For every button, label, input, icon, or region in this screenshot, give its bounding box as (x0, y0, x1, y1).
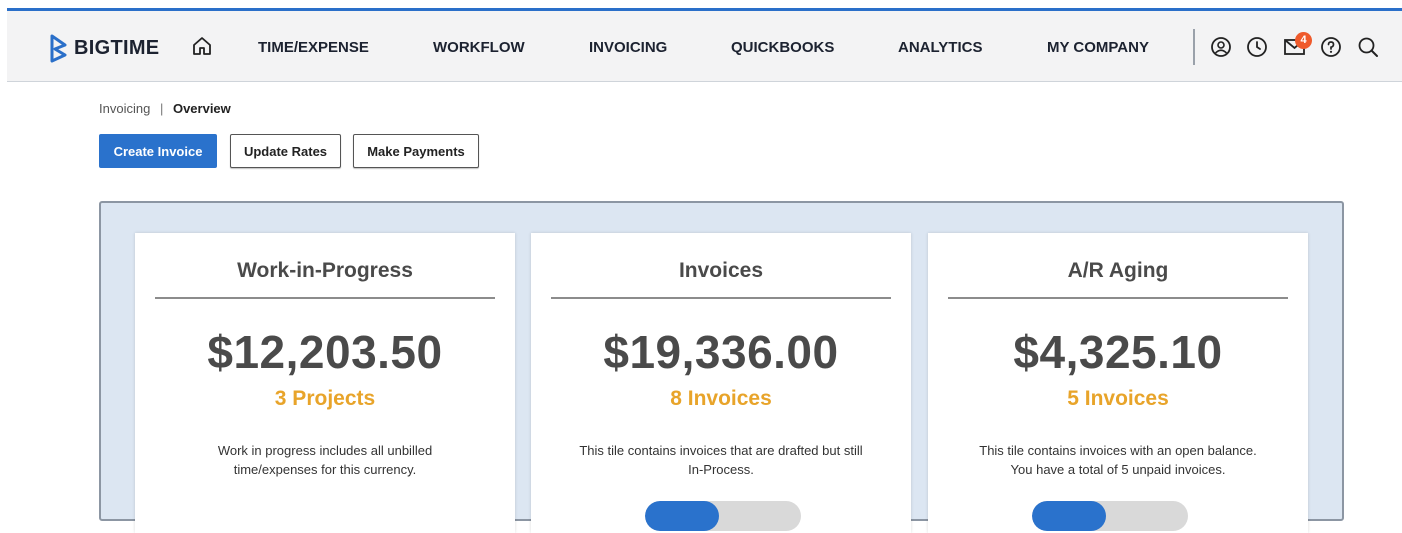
make-payments-button[interactable]: Make Payments (353, 134, 479, 168)
nav-analytics[interactable]: ANALYTICS (898, 39, 982, 56)
card-description: Work in progress includes all unbilled t… (155, 441, 495, 479)
card-description: This tile contains invoices with an open… (948, 441, 1288, 479)
card-count-link[interactable]: 3 Projects (135, 387, 515, 411)
nav-my-company[interactable]: MY COMPANY (1047, 39, 1149, 56)
user-circle-icon[interactable] (1210, 36, 1232, 63)
overview-panel: Work-in-Progress $12,203.50 3 Projects W… (99, 201, 1344, 533)
nav-divider (1193, 29, 1195, 65)
card-description-line: This tile contains invoices with an open… (979, 443, 1257, 458)
breadcrumb-separator: | (159, 101, 164, 116)
card-amount: $19,336.00 (603, 326, 839, 378)
card-amount: $12,203.50 (207, 326, 443, 378)
breadcrumb-parent[interactable]: Invoicing (99, 101, 150, 116)
breadcrumb-current: Overview (172, 101, 231, 116)
create-invoice-button[interactable]: Create Invoice (99, 134, 217, 168)
breadcrumb: Invoicing | Overview (99, 101, 231, 116)
search-icon[interactable] (1357, 36, 1379, 63)
card-description-line: time/expenses for this currency. (233, 462, 417, 477)
nav-time-expense[interactable]: TIME/EXPENSE (258, 39, 369, 56)
card-title: Work-in-Progress (237, 259, 413, 282)
mail-badge: 4 (1295, 32, 1312, 49)
help-icon[interactable] (1320, 36, 1342, 63)
card-divider (948, 297, 1288, 299)
home-icon[interactable] (191, 35, 213, 62)
invoices-view-toggle[interactable] (645, 501, 801, 531)
app-frame: BIGTIME TIME/EXPENSE WORKFLOW INVOICING … (7, 8, 1402, 533)
card-count-link[interactable]: 8 Invoices (531, 387, 911, 411)
ar-aging-view-toggle[interactable] (1032, 501, 1188, 531)
clock-icon[interactable] (1246, 36, 1268, 63)
card-title: A/R Aging (1067, 259, 1169, 282)
toggle-option-inactive[interactable] (723, 501, 801, 531)
wip-card[interactable]: Work-in-Progress $12,203.50 3 Projects W… (135, 233, 515, 533)
ar-aging-card[interactable]: A/R Aging $4,325.10 5 Invoices This tile… (928, 233, 1308, 533)
brand-name: BIGTIME (74, 36, 160, 59)
toggle-option-active[interactable] (645, 501, 719, 531)
card-description-line: You have a total of 5 unpaid invoices. (1010, 462, 1226, 477)
card-title: Invoices (678, 259, 764, 282)
top-navigation-bar: BIGTIME TIME/EXPENSE WORKFLOW INVOICING … (7, 8, 1402, 82)
card-divider (551, 297, 891, 299)
invoices-card[interactable]: Invoices $19,336.00 8 Invoices This tile… (531, 233, 911, 533)
nav-quickbooks[interactable]: QUICKBOOKS (731, 39, 834, 56)
brand-logo[interactable]: BIGTIME (49, 33, 159, 63)
card-description-line: In-Process. (688, 462, 754, 477)
nav-invoicing[interactable]: INVOICING (589, 39, 667, 56)
card-description: This tile contains invoices that are dra… (551, 441, 891, 479)
nav-workflow[interactable]: WORKFLOW (433, 39, 525, 56)
card-divider (155, 297, 495, 299)
bigtime-logo-icon (50, 34, 67, 63)
card-description-line: Work in progress includes all unbilled (217, 443, 433, 458)
card-amount: $4,325.10 (1013, 326, 1223, 378)
toggle-option-active[interactable] (1032, 501, 1106, 531)
card-count-link[interactable]: 5 Invoices (928, 387, 1308, 411)
update-rates-button[interactable]: Update Rates (230, 134, 341, 168)
card-description-line: This tile contains invoices that are dra… (579, 443, 863, 458)
toggle-option-inactive[interactable] (1110, 501, 1188, 531)
